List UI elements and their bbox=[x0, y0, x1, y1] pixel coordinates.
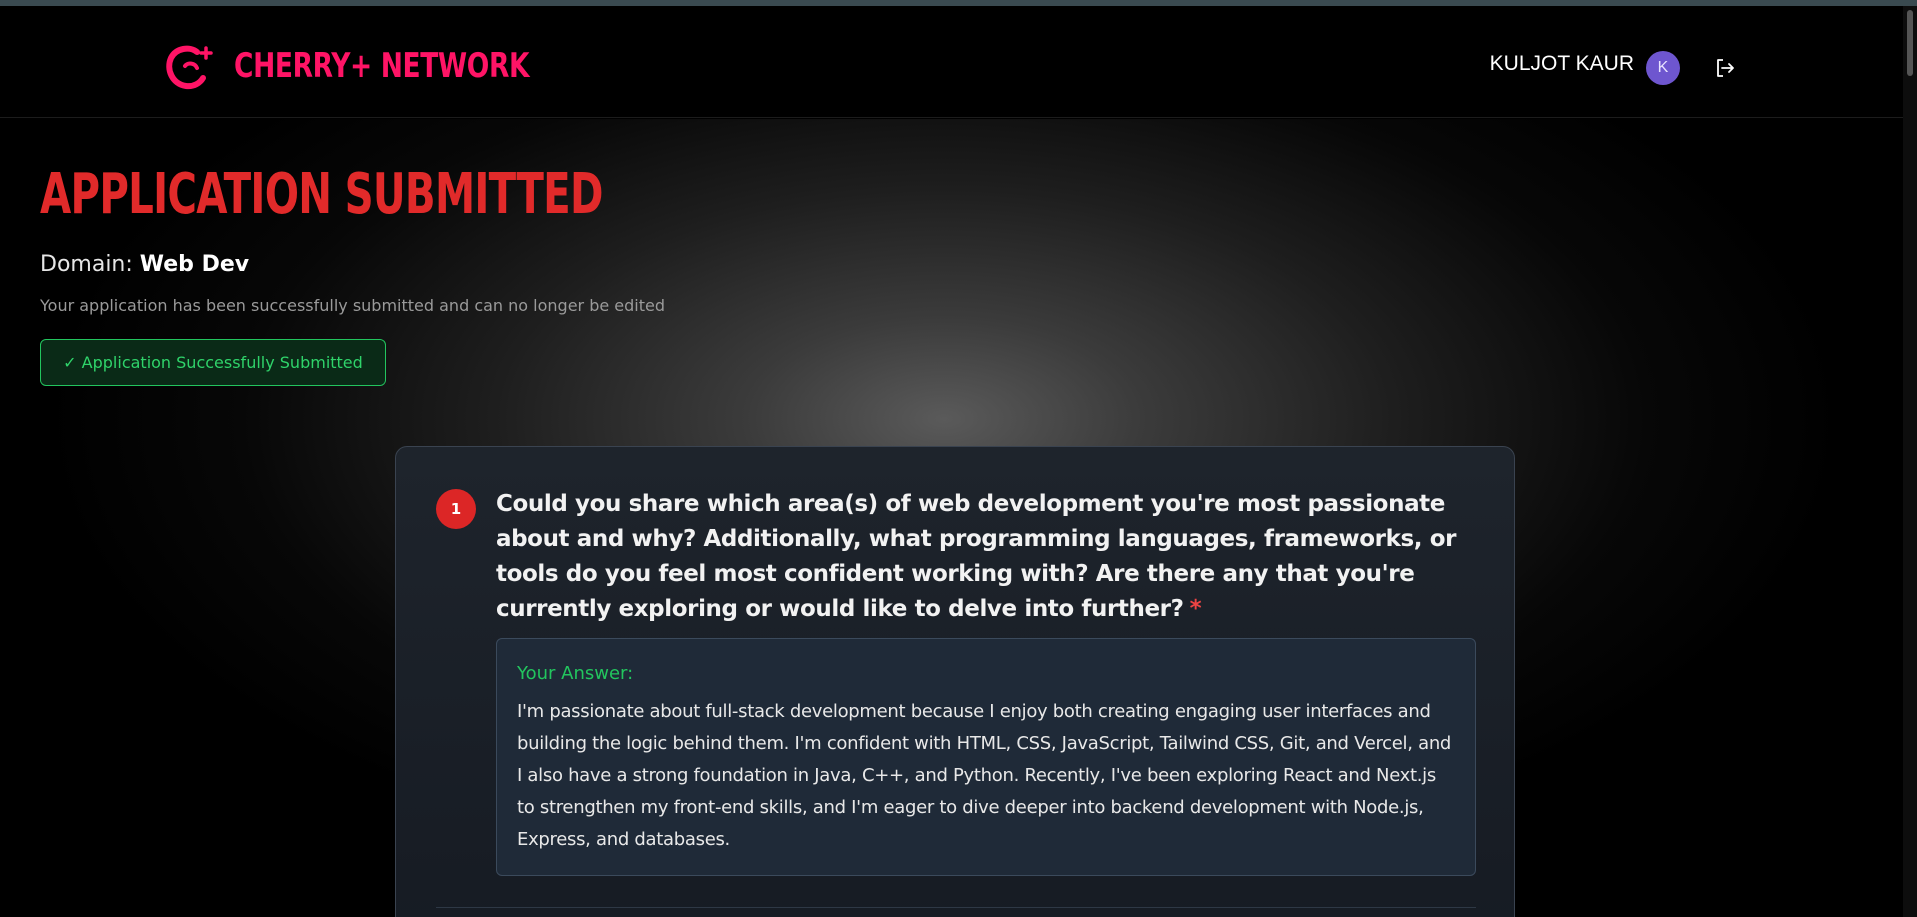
question-card: 1 Could you share which area(s) of web d… bbox=[395, 446, 1515, 917]
answer-text: I'm passionate about full-stack developm… bbox=[517, 701, 1452, 850]
scrollbar[interactable] bbox=[1903, 6, 1917, 917]
domain-label: Domain: bbox=[40, 252, 133, 277]
answer-label: Your Answer: bbox=[517, 663, 634, 684]
status-badge: ✓ Application Successfully Submitted bbox=[40, 339, 386, 386]
navbar: CHERRY+ NETWORK KULJOT KAUR K bbox=[0, 6, 1917, 118]
brand-name[interactable]: CHERRY+ NETWORK bbox=[234, 46, 530, 86]
question-number: 1 bbox=[436, 489, 476, 529]
question-text-wrapper: Could you share which area(s) of web dev… bbox=[496, 487, 1496, 627]
avatar[interactable]: K bbox=[1646, 51, 1680, 85]
cherry-logo-icon[interactable] bbox=[164, 42, 218, 92]
required-mark: * bbox=[1189, 596, 1202, 622]
question-divider bbox=[436, 907, 1476, 908]
submission-subtitle: Your application has been successfully s… bbox=[40, 296, 665, 315]
answer-box: Your Answer: I'm passionate about full-s… bbox=[496, 638, 1476, 876]
question-text: Could you share which area(s) of web dev… bbox=[496, 491, 1457, 622]
page-title: APPLICATION SUBMITTED bbox=[40, 162, 603, 227]
domain-value: Web Dev bbox=[139, 252, 250, 277]
user-name: KULJOT KAUR bbox=[1489, 52, 1634, 75]
scrollbar-thumb[interactable] bbox=[1907, 10, 1913, 76]
domain-line: Domain: Web Dev bbox=[40, 252, 249, 277]
logout-icon[interactable] bbox=[1714, 57, 1736, 79]
